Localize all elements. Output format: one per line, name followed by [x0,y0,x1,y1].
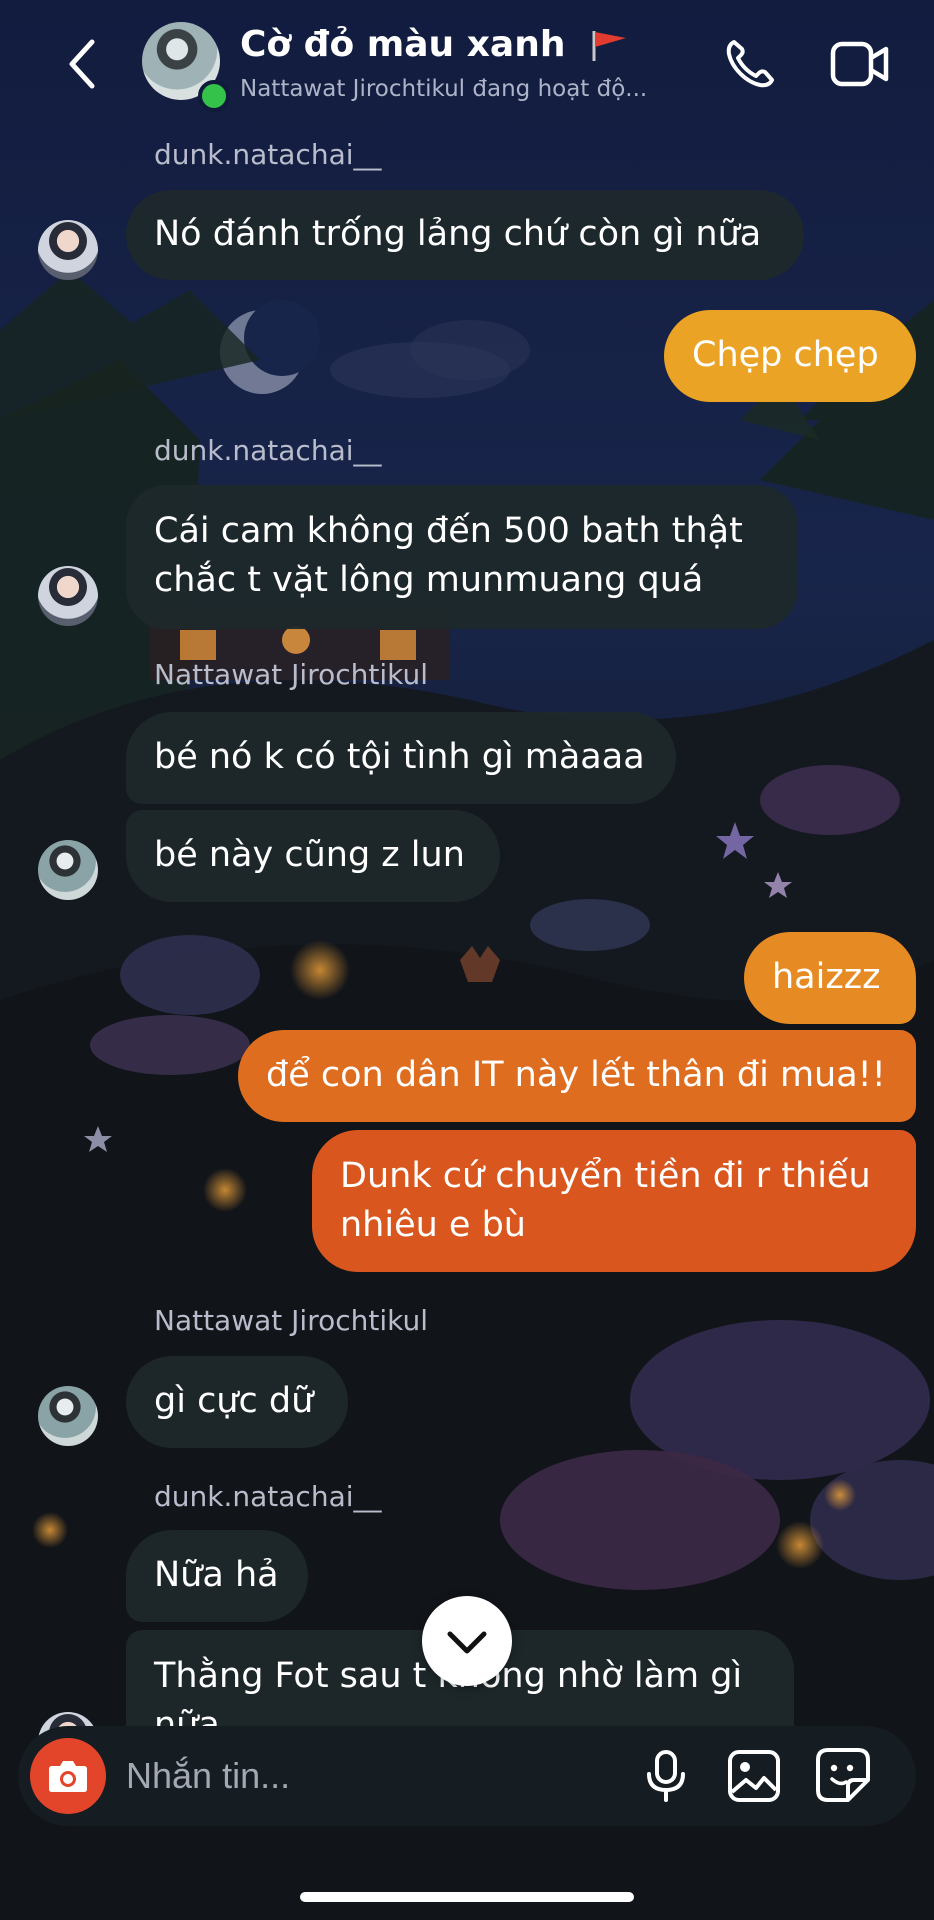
message-bubble-outgoing[interactable]: haizzz [744,932,916,1024]
message-text: Nữa hả [154,1555,279,1595]
microphone-icon[interactable] [642,1748,690,1804]
scroll-to-bottom-button[interactable] [422,1596,512,1686]
avatar[interactable] [38,566,98,626]
chat-title[interactable]: Cờ đỏ màu xanh [240,24,630,65]
sticker-icon[interactable] [814,1746,872,1804]
message-text-line: chắc t vặt lông munmuang quá [154,560,704,600]
sender-name: dunk.natachai__ [154,434,382,467]
active-status-text: Nattawat Jirochtikul đang hoạt độ... [240,76,648,102]
message-bubble-incoming[interactable]: Cái cam không đến 500 bath thật chắc t v… [126,485,798,629]
message-input[interactable] [126,1748,606,1804]
avatar[interactable] [38,840,98,900]
sender-name: dunk.natachai__ [154,138,382,171]
message-text: Nó đánh trống lảng chứ còn gì nữa [154,214,762,254]
message-text-line: nhiêu e bù [340,1205,526,1245]
online-status-dot [198,80,230,112]
sender-name: dunk.natachai__ [154,1480,382,1513]
message-bubble-incoming[interactable]: Nữa hả [126,1530,308,1622]
message-text-line: Cái cam không đến 500 bath thật [154,511,743,551]
message-bubble-incoming[interactable]: gì cực dữ [126,1356,348,1448]
message-text: bé nó k có tội tình gì màaaa [154,737,645,777]
chevron-left-icon[interactable] [60,34,104,94]
message-bubble-incoming[interactable]: bé này cũng z lun [126,810,500,902]
message-text: bé này cũng z lun [154,835,465,875]
camera-button[interactable] [30,1738,106,1814]
message-text: để con dân IT này lết thân đi mua!! [266,1055,886,1095]
message-bubble-outgoing[interactable]: Dunk cứ chuyển tiền đi r thiếu nhiêu e b… [312,1130,916,1272]
phone-icon[interactable] [722,36,778,92]
sender-name: Nattawat Jirochtikul [154,658,428,691]
message-text-line: Dunk cứ chuyển tiền đi r thiếu [340,1156,871,1196]
message-bubble-outgoing[interactable]: Chẹp chẹp [664,310,916,402]
video-camera-icon[interactable] [830,38,890,90]
message-text: haizzz [772,957,881,997]
message-bubble-incoming[interactable]: bé nó k có tội tình gì màaaa [126,712,676,804]
red-flag-icon [592,31,627,61]
message-bubble-incoming[interactable]: Nó đánh trống lảng chứ còn gì nữa [126,190,804,280]
home-indicator [300,1892,634,1902]
avatar[interactable] [38,1386,98,1446]
avatar[interactable] [38,220,98,280]
chevron-down-icon [447,1631,487,1654]
camera-icon [49,1761,87,1792]
message-bubble-outgoing[interactable]: để con dân IT này lết thân đi mua!! [238,1030,916,1122]
chat-header: Cờ đỏ màu xanh Nattawat Jirochtikul đang… [0,0,934,120]
gallery-icon[interactable] [726,1748,782,1804]
sender-name: Nattawat Jirochtikul [154,1304,428,1337]
message-text: Chẹp chẹp [692,335,879,375]
message-text: gì cực dữ [154,1381,314,1421]
chat-title-text: Cờ đỏ màu xanh [240,24,566,65]
